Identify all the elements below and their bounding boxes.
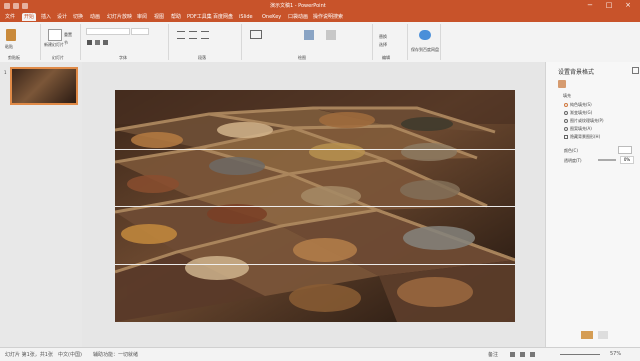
fill-section-label: 填充 xyxy=(563,93,571,98)
picture-fill-label: 图片或纹理填充(P) xyxy=(570,118,604,123)
align-icon[interactable] xyxy=(201,31,209,39)
tab-search[interactable]: 操作说明搜索 xyxy=(311,13,345,21)
transparency-slider[interactable] xyxy=(598,159,616,161)
slide-thumbnail[interactable] xyxy=(10,67,78,105)
slide-number: 1 xyxy=(4,70,7,75)
tab-islide[interactable]: iSlide xyxy=(237,13,255,21)
tab-baidu[interactable]: 百度网盘 xyxy=(211,13,235,21)
new-slide-label: 新建幻灯片 xyxy=(44,42,64,47)
tab-slideshow[interactable]: 幻灯片放映 xyxy=(105,13,134,21)
format-background-panel: 设置背景格式 填充 纯色填充(S) 渐变填充(G) 图片或纹理填充(P) 图案填… xyxy=(545,62,640,347)
baidu-group: 保存到百度网盘 xyxy=(410,24,441,60)
tab-file[interactable]: 文件 xyxy=(3,13,17,21)
font-group: 字体 xyxy=(83,24,169,60)
new-slide-icon[interactable] xyxy=(48,29,62,41)
bold-icon[interactable] xyxy=(87,40,92,45)
slides-label: 幻灯片 xyxy=(52,55,64,60)
slides-group: 新建幻灯片 重置 节 幻灯片 xyxy=(42,24,81,60)
slide-sorter-icon[interactable] xyxy=(520,352,525,357)
shape-icon[interactable] xyxy=(250,30,262,39)
slide-guide-line xyxy=(115,206,515,207)
maximize-button[interactable]: □ xyxy=(604,1,614,10)
paragraph-group: 段落 xyxy=(171,24,242,60)
hide-background-label: 隐藏背景图形(H) xyxy=(570,134,601,139)
reading-view-icon[interactable] xyxy=(530,352,535,357)
normal-view-icon[interactable] xyxy=(510,352,515,357)
underline-icon[interactable] xyxy=(103,40,108,45)
color-label: 颜色(C) xyxy=(564,148,578,153)
fill-tab-icon[interactable] xyxy=(558,80,566,88)
gradient-fill-radio[interactable] xyxy=(564,111,568,115)
clipboard-label: 剪贴板 xyxy=(8,55,20,60)
status-bar: 幻灯片 第1张，共1张 中文(中国) 辅助功能：一切就绪 备注 57% xyxy=(0,347,640,361)
quick-styles-icon[interactable] xyxy=(326,30,336,40)
pattern-fill-label: 图案填充(A) xyxy=(570,126,592,131)
pattern-fill-radio[interactable] xyxy=(564,127,568,131)
tab-pocket-animation[interactable]: 口袋动画 xyxy=(286,13,310,21)
section-label[interactable]: 节 xyxy=(64,40,68,46)
minimize-button[interactable]: − xyxy=(585,1,595,10)
undo-icon[interactable] xyxy=(13,3,19,9)
close-panel-icon[interactable] xyxy=(632,67,639,74)
tab-view[interactable]: 视图 xyxy=(152,13,166,21)
save-icon[interactable] xyxy=(4,3,10,9)
apply-all-icon[interactable] xyxy=(598,331,608,339)
tab-help[interactable]: 帮助 xyxy=(169,13,183,21)
select-label[interactable]: 选择 xyxy=(379,42,387,48)
clipboard-group: 粘贴 剪贴板 xyxy=(2,24,41,60)
reset-label[interactable]: 重置 xyxy=(64,32,72,38)
transparency-label: 透明度(T) xyxy=(564,158,582,163)
title-bar: 演示文稿1 - PowerPoint − □ × xyxy=(0,0,640,12)
numbering-icon[interactable] xyxy=(189,31,197,39)
tab-transitions[interactable]: 切换 xyxy=(71,13,85,21)
color-picker-icon[interactable] xyxy=(618,146,632,154)
solid-fill-label: 纯色填充(S) xyxy=(570,102,592,107)
cloud-save-icon[interactable] xyxy=(419,30,431,40)
zoom-level: 57% xyxy=(610,351,622,357)
arrange-icon[interactable] xyxy=(304,30,314,40)
editing-group: 替换 选择 编辑 xyxy=(375,24,408,60)
picture-fill-radio[interactable] xyxy=(564,119,568,123)
gradient-fill-label: 渐变填充(G) xyxy=(570,110,593,115)
font-label: 字体 xyxy=(119,55,127,60)
hide-background-checkbox[interactable] xyxy=(564,135,568,139)
tab-animations[interactable]: 动画 xyxy=(88,13,102,21)
ribbon-tabs: 文件 开始 插入 设计 切换 动画 幻灯片放映 审阅 视图 帮助 PDF工具集 … xyxy=(0,12,640,22)
tab-design[interactable]: 设计 xyxy=(55,13,69,21)
zoom-slider[interactable] xyxy=(560,354,600,355)
italic-icon[interactable] xyxy=(95,40,100,45)
tab-review[interactable]: 审阅 xyxy=(135,13,149,21)
bullets-icon[interactable] xyxy=(177,31,185,39)
editing-label: 编辑 xyxy=(382,55,390,60)
tab-insert[interactable]: 插入 xyxy=(39,13,53,21)
drawing-label: 绘图 xyxy=(298,55,306,60)
ribbon: 粘贴 剪贴板 新建幻灯片 重置 节 幻灯片 字体 段落 绘图 替换 选择 编辑 … xyxy=(0,22,640,63)
window-title: 演示文稿1 - PowerPoint xyxy=(270,3,326,9)
paste-icon[interactable] xyxy=(6,29,16,41)
baidu-save-label: 保存到百度网盘 xyxy=(411,47,439,52)
tab-onekey[interactable]: OneKey xyxy=(260,13,283,21)
tab-home[interactable]: 开始 xyxy=(22,13,37,21)
tab-pdf[interactable]: PDF工具集 xyxy=(185,13,214,21)
font-name-input[interactable] xyxy=(86,28,130,35)
font-size-input[interactable] xyxy=(131,28,149,35)
slide-guide-line xyxy=(115,264,515,265)
thumbnail-image xyxy=(12,69,76,103)
reset-background-icon[interactable] xyxy=(581,331,593,339)
transparency-input[interactable]: 0% xyxy=(620,156,634,164)
paste-label: 粘贴 xyxy=(5,44,13,49)
slide-guide-line xyxy=(115,149,515,150)
redo-icon[interactable] xyxy=(22,3,28,9)
solid-fill-radio[interactable] xyxy=(564,103,568,107)
drawing-group: 绘图 xyxy=(244,24,373,60)
panel-title: 设置背景格式 xyxy=(558,69,595,76)
replace-label[interactable]: 替换 xyxy=(379,34,387,40)
close-button[interactable]: × xyxy=(623,1,633,10)
language-status: 中文(中国) xyxy=(58,352,82,358)
accessibility-status: 辅助功能：一切就绪 xyxy=(93,352,139,358)
notes-button[interactable]: 备注 xyxy=(488,351,498,358)
slide-status: 幻灯片 第1张，共1张 xyxy=(5,352,53,358)
paragraph-label: 段落 xyxy=(198,55,206,60)
